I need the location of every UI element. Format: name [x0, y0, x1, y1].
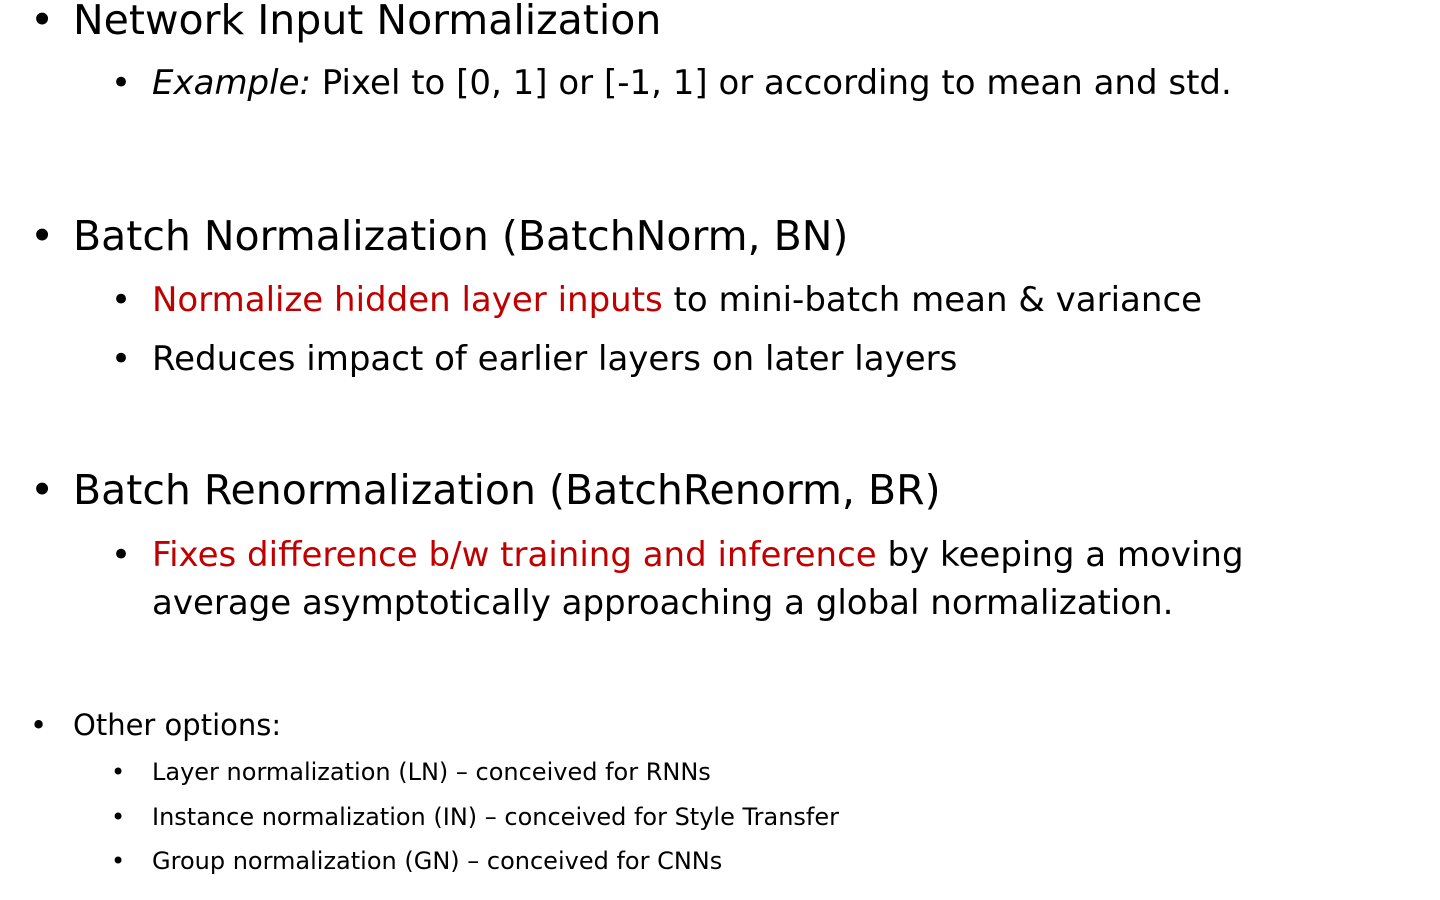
bullet-icon: •: [30, 0, 55, 44]
bullet-icon: •: [111, 758, 126, 786]
highlight-text: Fixes difference b/w training and infere…: [152, 535, 877, 575]
plain-text: to mini-batch mean & variance: [662, 280, 1203, 320]
sub-bullet-text: Example: Pixel to [0, 1] or [-1, 1] or a…: [152, 63, 1232, 103]
heading-text: Other options:: [73, 708, 282, 742]
bullet-icon: •: [111, 847, 126, 875]
heading-text: Batch Renormalization (BatchRenorm, BR): [73, 466, 941, 514]
sub-bullet-text: Normalize hidden layer inputs to mini-ba…: [152, 280, 1202, 320]
bullet-batch-renormalization: • Batch Renormalization (BatchRenorm, BR…: [30, 466, 941, 514]
bullet-icon: •: [30, 212, 55, 260]
sub-bullet-group-normalization: • Group normalization (GN) – conceived f…: [111, 845, 722, 877]
sub-bullet-reduces-impact: • Reduces impact of earlier layers on la…: [111, 336, 957, 382]
example-text: Pixel to [0, 1] or [-1, 1] or according …: [310, 63, 1232, 103]
bullet-icon: •: [111, 535, 132, 575]
sub-bullet-text: Fixes difference b/w training and infere…: [152, 535, 1244, 575]
bullet-icon: •: [111, 339, 132, 379]
sub-bullet-instance-normalization: • Instance normalization (IN) – conceive…: [111, 801, 839, 833]
heading-text: Network Input Normalization: [73, 0, 662, 44]
plain-text: by keeping a moving: [876, 535, 1244, 575]
sub-bullet-continuation: average asymptotically approaching a glo…: [111, 580, 1173, 626]
bullet-icon: •: [30, 466, 55, 514]
bullet-icon: •: [30, 708, 48, 742]
sub-bullet-example: • Example: Pixel to [0, 1] or [-1, 1] or…: [111, 60, 1232, 106]
heading-text: Batch Normalization (BatchNorm, BN): [73, 212, 849, 260]
sub-bullet-text: Layer normalization (LN) – conceived for…: [152, 758, 711, 786]
sub-bullet-text: Instance normalization (IN) – conceived …: [152, 803, 839, 831]
bullet-other-options: • Other options:: [30, 707, 281, 743]
bullet-icon: •: [111, 803, 126, 831]
bullet-network-input-normalization: • Network Input Normalization: [30, 0, 661, 44]
continuation-text: average asymptotically approaching a glo…: [152, 583, 1174, 623]
sub-bullet-layer-normalization: • Layer normalization (LN) – conceived f…: [111, 756, 711, 788]
highlight-text: Normalize hidden layer inputs: [152, 280, 663, 320]
sub-bullet-text: Group normalization (GN) – conceived for…: [152, 847, 723, 875]
sub-bullet-text: Reduces impact of earlier layers on late…: [152, 339, 958, 379]
bullet-batch-normalization: • Batch Normalization (BatchNorm, BN): [30, 212, 848, 260]
bullet-icon: •: [111, 63, 132, 103]
example-label: Example:: [152, 63, 311, 103]
sub-bullet-normalize-hidden: • Normalize hidden layer inputs to mini-…: [111, 277, 1202, 323]
slide: • Network Input Normalization • Example:…: [0, 0, 1440, 900]
bullet-icon: •: [111, 280, 132, 320]
sub-bullet-fixes-difference: • Fixes difference b/w training and infe…: [111, 532, 1244, 578]
